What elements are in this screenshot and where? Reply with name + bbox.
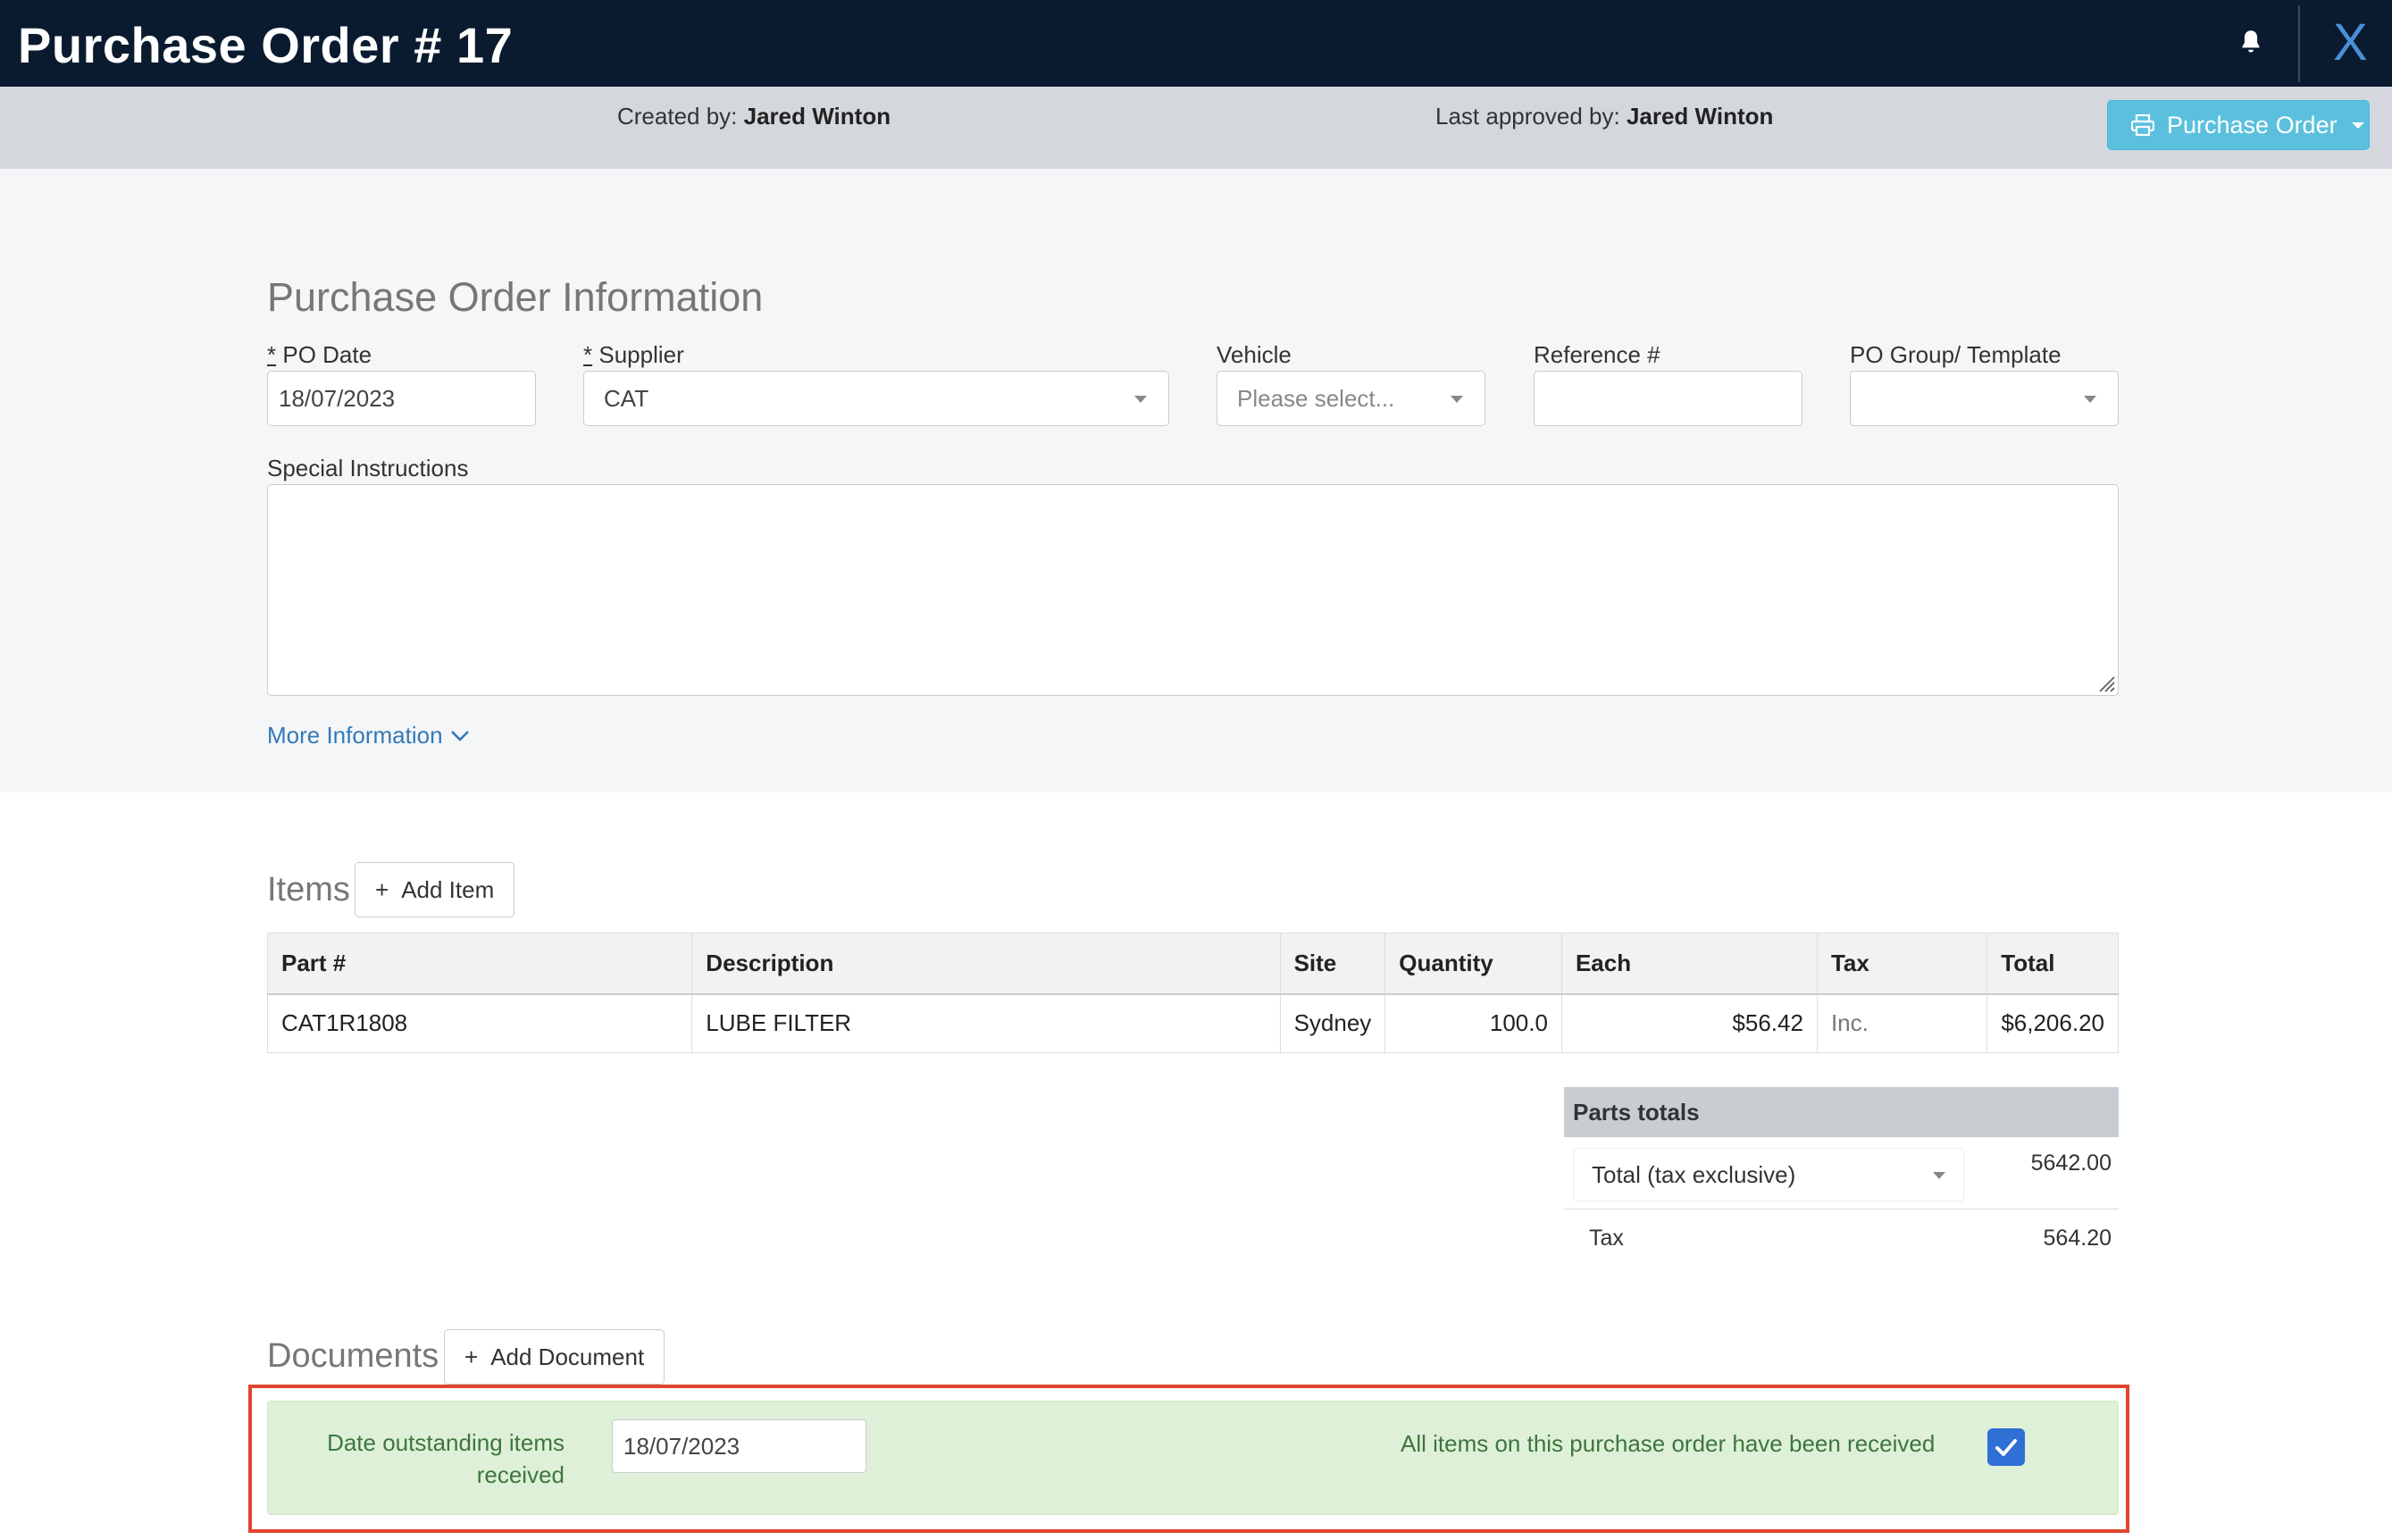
parts-totals-heading: Parts totals (1564, 1087, 2119, 1137)
resize-grip-icon[interactable] (2095, 672, 2116, 693)
total-row: Total (tax exclusive) 5642.00 (1564, 1137, 2119, 1209)
top-bar: Purchase Order # 17 X (0, 0, 2392, 87)
dropdown-arrow-icon (2084, 396, 2096, 403)
cell-each: $56.42 (1560, 993, 1818, 1053)
tax-label: Tax (1589, 1226, 1624, 1251)
special-instructions-textarea[interactable] (267, 484, 2119, 696)
supplier-value: CAT (604, 384, 649, 412)
items-header-row: Part # Description Site Quantity Each Ta… (266, 933, 2119, 995)
print-button-label: Purchase Order (2167, 111, 2338, 138)
created-by: Created by: Jared Winton (617, 103, 891, 130)
cell-description: LUBE FILTER (691, 993, 1281, 1053)
po-group-select[interactable] (1850, 371, 2119, 426)
add-item-button[interactable]: + Add Item (355, 862, 515, 917)
column-header-tax[interactable]: Tax (1816, 933, 1988, 995)
chevron-down-icon (2351, 121, 2364, 129)
column-header-each[interactable]: Each (1560, 933, 1818, 995)
total-value: 5642.00 (2030, 1151, 2112, 1176)
items-received-panel: Date outstanding items received 18/07/20… (267, 1401, 2119, 1515)
more-information-label: More Information (267, 722, 443, 749)
plus-icon: + (375, 875, 389, 903)
info-bar: Created by: Jared Winton Last approved b… (0, 87, 2392, 169)
vehicle-placeholder: Please select... (1237, 384, 1395, 412)
tax-value: 564.20 (2043, 1226, 2112, 1251)
supplier-label: * Supplier (583, 341, 684, 369)
column-header-total[interactable]: Total (1986, 933, 2119, 995)
parts-totals-panel: Parts totals Total (tax exclusive) 5642.… (1564, 1087, 2119, 1272)
more-information-link[interactable]: More Information (267, 722, 470, 749)
add-document-label: Add Document (490, 1343, 645, 1370)
po-date-input[interactable]: 18/07/2023 (267, 371, 536, 426)
dropdown-arrow-icon (1134, 396, 1147, 403)
approved-by: Last approved by: Jared Winton (1435, 103, 1773, 130)
chevron-down-icon (450, 730, 469, 741)
page-title: Purchase Order # 17 (18, 17, 514, 73)
items-heading: Items (267, 871, 350, 908)
items-table: Part # Description Site Quantity Each Ta… (266, 933, 2119, 1053)
all-received-message: All items on this purchase order have be… (1401, 1430, 1936, 1457)
add-item-label: Add Item (401, 875, 495, 903)
required-marker: * (583, 341, 593, 368)
print-purchase-order-button[interactable]: Purchase Order (2107, 100, 2370, 150)
cell-total: $6,206.20 (1986, 993, 2119, 1053)
required-marker: * (267, 341, 277, 368)
created-by-name: Jared Winton (743, 103, 891, 130)
date-received-label: Date outstanding items received (327, 1429, 565, 1488)
vehicle-select[interactable]: Please select... (1217, 371, 1485, 426)
column-header-quantity[interactable]: Quantity (1384, 933, 1562, 995)
cell-quantity: 100.0 (1384, 993, 1562, 1053)
dropdown-arrow-icon (1933, 1172, 1945, 1179)
cell-tax: Inc. (1816, 993, 1988, 1053)
documents-heading: Documents (267, 1337, 439, 1375)
close-button[interactable]: X (2333, 13, 2368, 72)
dropdown-arrow-icon (1451, 396, 1463, 403)
column-header-part[interactable]: Part # (266, 933, 693, 995)
date-received-input[interactable]: 18/07/2023 (612, 1419, 866, 1473)
supplier-select[interactable]: CAT (583, 371, 1169, 426)
cell-part: CAT1R1808 (266, 993, 693, 1053)
table-row[interactable]: CAT1R1808 LUBE FILTER Sydney 100.0 $56.4… (266, 993, 2119, 1053)
po-date-label-text: PO Date (282, 341, 372, 368)
all-received-checkbox[interactable] (1987, 1428, 2025, 1466)
po-date-label: * PO Date (267, 341, 372, 369)
approved-by-label: Last approved by: (1435, 103, 1620, 130)
printer-icon (2131, 114, 2154, 136)
tax-row: Tax 564.20 (1564, 1209, 2119, 1272)
checkmark-icon (1995, 1439, 2017, 1456)
total-type-select[interactable]: Total (tax exclusive) (1573, 1148, 1964, 1201)
column-header-description[interactable]: Description (691, 933, 1281, 995)
po-information-heading: Purchase Order Information (267, 274, 764, 320)
reference-label: Reference # (1534, 341, 1660, 368)
bell-icon[interactable] (2236, 27, 2266, 57)
supplier-label-text: Supplier (598, 341, 684, 368)
plus-icon: + (464, 1343, 479, 1370)
special-instructions-label: Special Instructions (267, 455, 469, 481)
cell-site: Sydney (1279, 993, 1386, 1053)
column-header-site[interactable]: Site (1279, 933, 1386, 995)
reference-input[interactable] (1534, 371, 1802, 426)
add-document-button[interactable]: + Add Document (444, 1329, 665, 1385)
po-group-label: PO Group/ Template (1850, 341, 2062, 368)
header-divider (2298, 5, 2300, 82)
total-type-value: Total (tax exclusive) (1592, 1160, 1796, 1188)
approved-by-name: Jared Winton (1626, 103, 1774, 130)
created-by-label: Created by: (617, 103, 738, 130)
vehicle-label: Vehicle (1217, 341, 1292, 368)
